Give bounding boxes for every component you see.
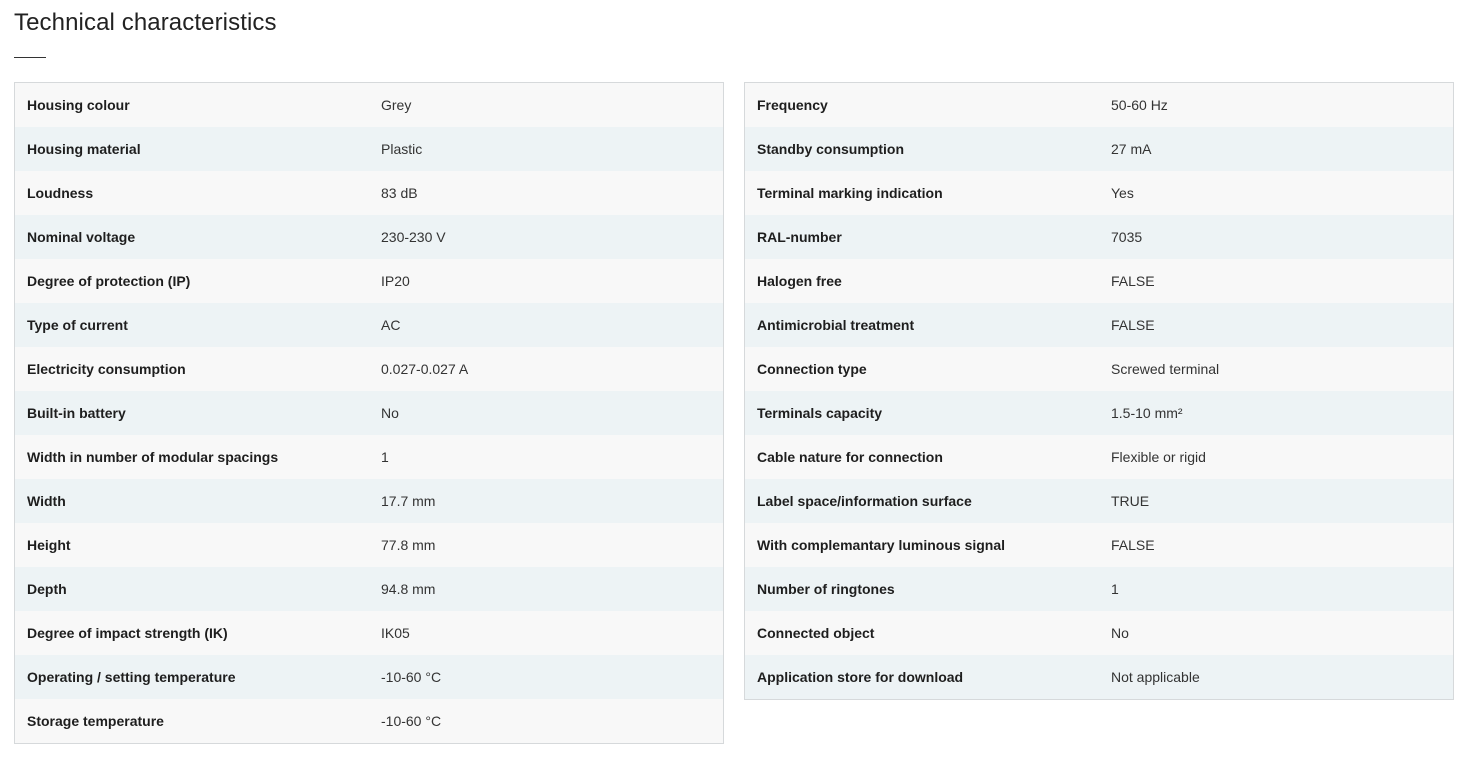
table-row: Electricity consumption 0.027-0.027 A (15, 347, 723, 391)
spec-label: Number of ringtones (757, 581, 895, 597)
spec-value: FALSE (1111, 317, 1155, 333)
table-row: RAL-number 7035 (745, 215, 1453, 259)
spec-label: Operating / setting temperature (27, 669, 236, 685)
spec-label: Degree of impact strength (IK) (27, 625, 228, 641)
spec-value: 1 (381, 449, 389, 465)
table-row: Application store for download Not applic… (745, 655, 1453, 699)
table-row: Halogen free FALSE (745, 259, 1453, 303)
spec-label: Built-in battery (27, 405, 126, 421)
spec-value: -10-60 °C (381, 669, 442, 685)
spec-value: Screwed terminal (1111, 361, 1220, 377)
spec-value: Grey (381, 97, 412, 113)
right-spec-table: Frequency 50-60 Hz Standby consumption 27 … (744, 82, 1454, 700)
spec-label: Height (27, 537, 71, 553)
spec-label: Frequency (757, 97, 828, 113)
table-row: Antimicrobial treatment FALSE (745, 303, 1453, 347)
table-row: Number of ringtones 1 (745, 567, 1453, 611)
spec-label: Terminals capacity (757, 405, 883, 421)
spec-value: Yes (1111, 185, 1134, 201)
left-spec-table: Housing colour Grey Housing material Plast… (14, 82, 724, 744)
spec-value: 1 (1111, 581, 1119, 597)
spec-value: No (381, 405, 399, 421)
table-row: Degree of impact strength (IK) IK05 (15, 611, 723, 655)
table-row: Label space/information surface TRUE (745, 479, 1453, 523)
table-row: Nominal voltage 230-230 V (15, 215, 723, 259)
spec-label: Housing colour (27, 97, 130, 113)
table-row: Height 77.8 mm (15, 523, 723, 567)
title-divider (14, 57, 46, 58)
spec-value: 230-230 V (381, 229, 446, 245)
table-row: Depth 94.8 mm (15, 567, 723, 611)
table-row: Degree of protection (IP) IP20 (15, 259, 723, 303)
spec-value: FALSE (1111, 273, 1155, 289)
spec-label: Connected object (757, 625, 875, 641)
table-row: Cable nature for connection Flexible or r… (745, 435, 1453, 479)
spec-label: Application store for download (757, 669, 964, 685)
spec-value: 0.027-0.027 A (381, 361, 469, 377)
spec-value: 94.8 mm (381, 581, 436, 597)
table-row: Operating / setting temperature -10-60 °C (15, 655, 723, 699)
spec-value: 83 dB (381, 185, 418, 201)
spec-label: Terminal marking indication (757, 185, 943, 201)
spec-label: Antimicrobial treatment (757, 317, 915, 333)
table-row: Width in number of modular spacings 1 (15, 435, 723, 479)
spec-label: Depth (27, 581, 67, 597)
spec-value: 1.5-10 mm² (1111, 405, 1183, 421)
table-row: Built-in battery No (15, 391, 723, 435)
table-row: Standby consumption 27 mA (745, 127, 1453, 171)
spec-label: RAL-number (757, 229, 842, 245)
spec-label: Width in number of modular spacings (27, 449, 279, 465)
spec-value: No (1111, 625, 1129, 641)
table-row: Connection type Screwed terminal (745, 347, 1453, 391)
spec-label: Label space/information surface (757, 493, 972, 509)
spec-label: Storage temperature (27, 713, 164, 729)
spec-value: -10-60 °C (381, 713, 442, 729)
spec-value: 27 mA (1111, 141, 1152, 157)
spec-value: AC (381, 317, 401, 333)
spec-value: IP20 (381, 273, 410, 289)
table-row: Terminal marking indication Yes (745, 171, 1453, 215)
spec-value: TRUE (1111, 493, 1150, 509)
table-row: Loudness 83 dB (15, 171, 723, 215)
spec-label: Connection type (757, 361, 867, 377)
spec-label: Halogen free (757, 273, 842, 289)
spec-label: Standby consumption (757, 141, 904, 157)
spec-value: FALSE (1111, 537, 1155, 553)
table-row: Housing colour Grey (15, 83, 723, 127)
spec-label: With complemantary luminous signal (757, 537, 1006, 553)
spec-label: Loudness (27, 185, 94, 201)
spec-value: Flexible or rigid (1111, 449, 1206, 465)
spec-value: Not applicable (1111, 669, 1200, 685)
spec-label: Degree of protection (IP) (27, 273, 191, 289)
table-row: Terminals capacity 1.5-10 mm² (745, 391, 1453, 435)
spec-value: 77.8 mm (381, 537, 436, 553)
table-row: Housing material Plastic (15, 127, 723, 171)
table-row: Storage temperature -10-60 °C (15, 699, 723, 743)
spec-label: Type of current (27, 317, 128, 333)
table-row: With complemantary luminous signal FALSE (745, 523, 1453, 567)
spec-label: Nominal voltage (27, 229, 136, 245)
spec-label: Electricity consumption (27, 361, 186, 377)
table-row: Width 17.7 mm (15, 479, 723, 523)
table-row: Connected object No (745, 611, 1453, 655)
table-row: Type of current AC (15, 303, 723, 347)
spec-value: Plastic (381, 141, 423, 157)
table-row: Frequency 50-60 Hz (745, 83, 1453, 127)
spec-label: Width (27, 493, 66, 509)
page-title: Technical characteristics (14, 9, 277, 36)
spec-value: IK05 (381, 625, 410, 641)
spec-value: 17.7 mm (381, 493, 436, 509)
spec-label: Cable nature for connection (757, 449, 943, 465)
spec-label: Housing material (27, 141, 141, 157)
spec-value: 7035 (1111, 229, 1143, 245)
spec-value: 50-60 Hz (1111, 97, 1168, 113)
